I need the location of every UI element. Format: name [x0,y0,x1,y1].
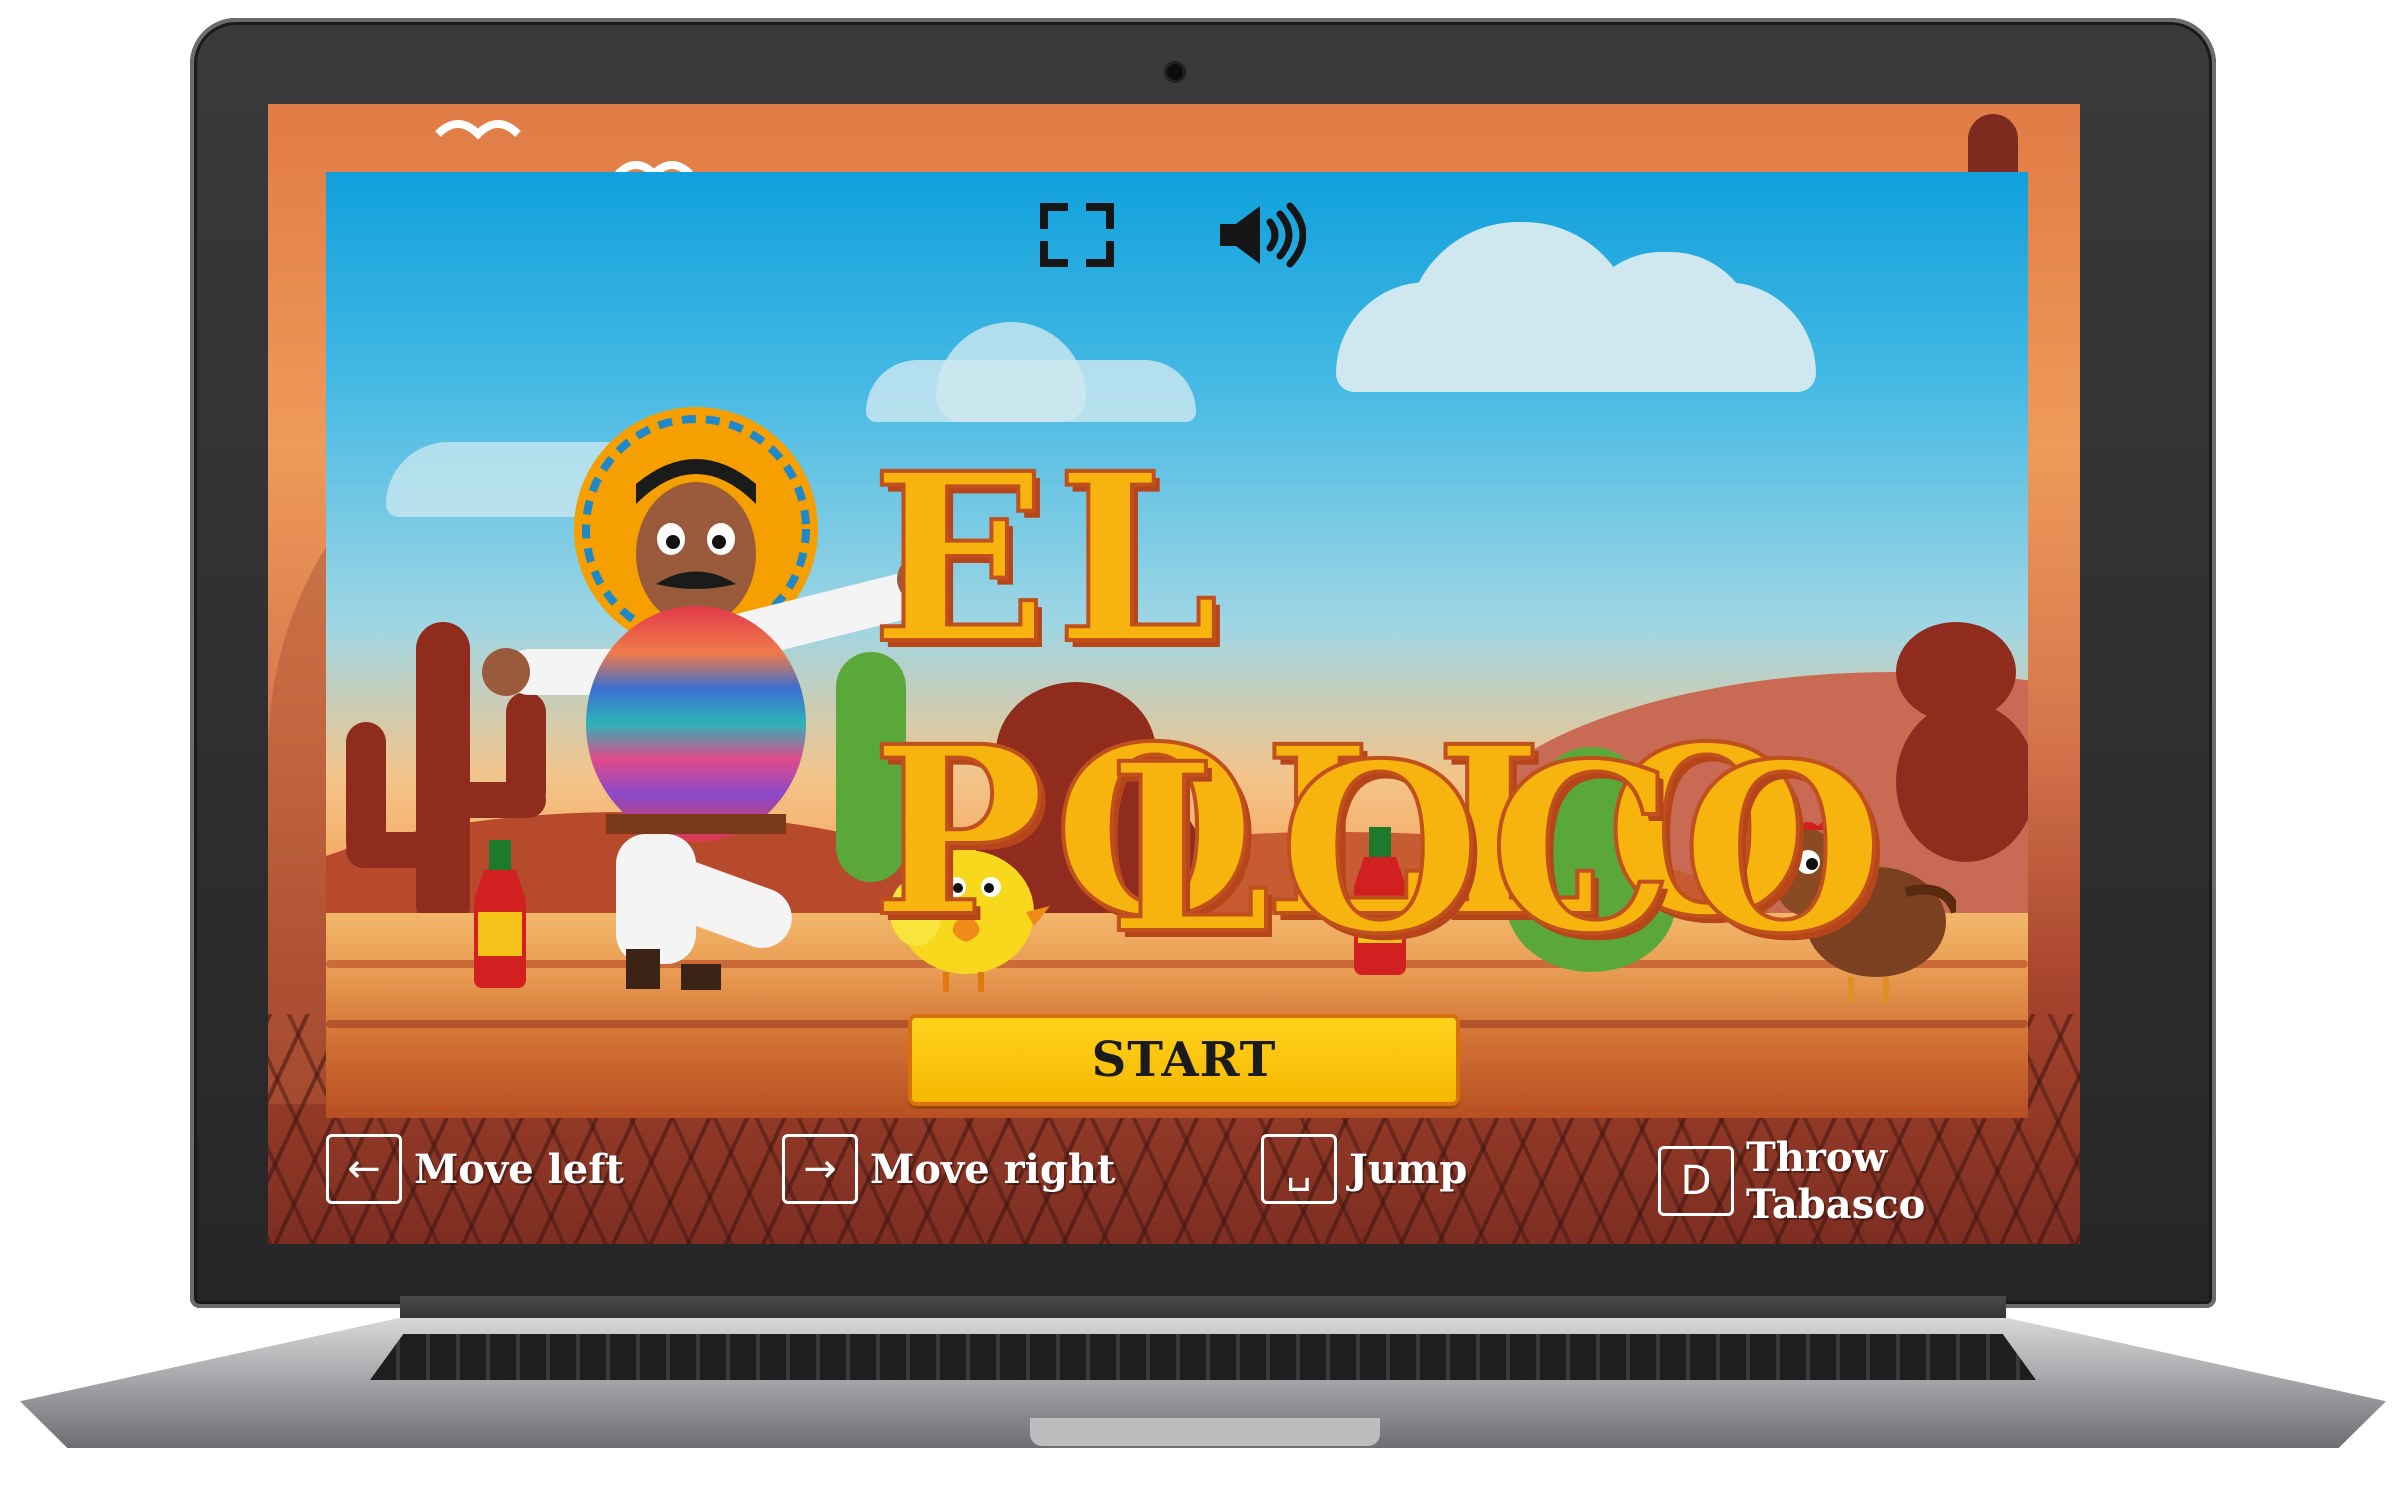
d-key-icon: D [1658,1146,1734,1216]
fullscreen-icon[interactable] [1040,203,1114,267]
control-move-left: ← Move left [326,1134,624,1204]
start-button[interactable]: START [908,1014,1460,1106]
cloud [936,322,1086,422]
space-key-icon: ␣ [1261,1134,1337,1204]
control-label: Move left [414,1145,624,1193]
speaker-on-icon[interactable] [1216,202,1306,268]
control-label: Throw Tabasco [1745,1134,1926,1228]
arrow-right-key-icon: → [782,1134,858,1204]
game-title-line2: LOCO [1106,710,1892,987]
control-jump: ␣ Jump [1261,1134,1467,1204]
webcam [1167,64,1183,80]
control-label: Jump [1349,1145,1468,1193]
game-canvas[interactable]: EL POLLO LOCO START [326,172,2028,1118]
laptop-keyboard [370,1334,2036,1380]
arrow-left-key-icon: ← [326,1134,402,1204]
control-move-right: → Move right [782,1134,1115,1204]
laptop-front-notch [1030,1418,1380,1446]
control-label: Move right [870,1145,1116,1193]
laptop-screen: EL POLLO LOCO START ← Move left → Move r… [268,104,2080,1244]
pepe-character [482,407,936,990]
tabasco-bottle [474,840,526,988]
control-throw: D Throw Tabasco [1658,1134,2080,1228]
start-button-label: START [1091,1032,1277,1088]
